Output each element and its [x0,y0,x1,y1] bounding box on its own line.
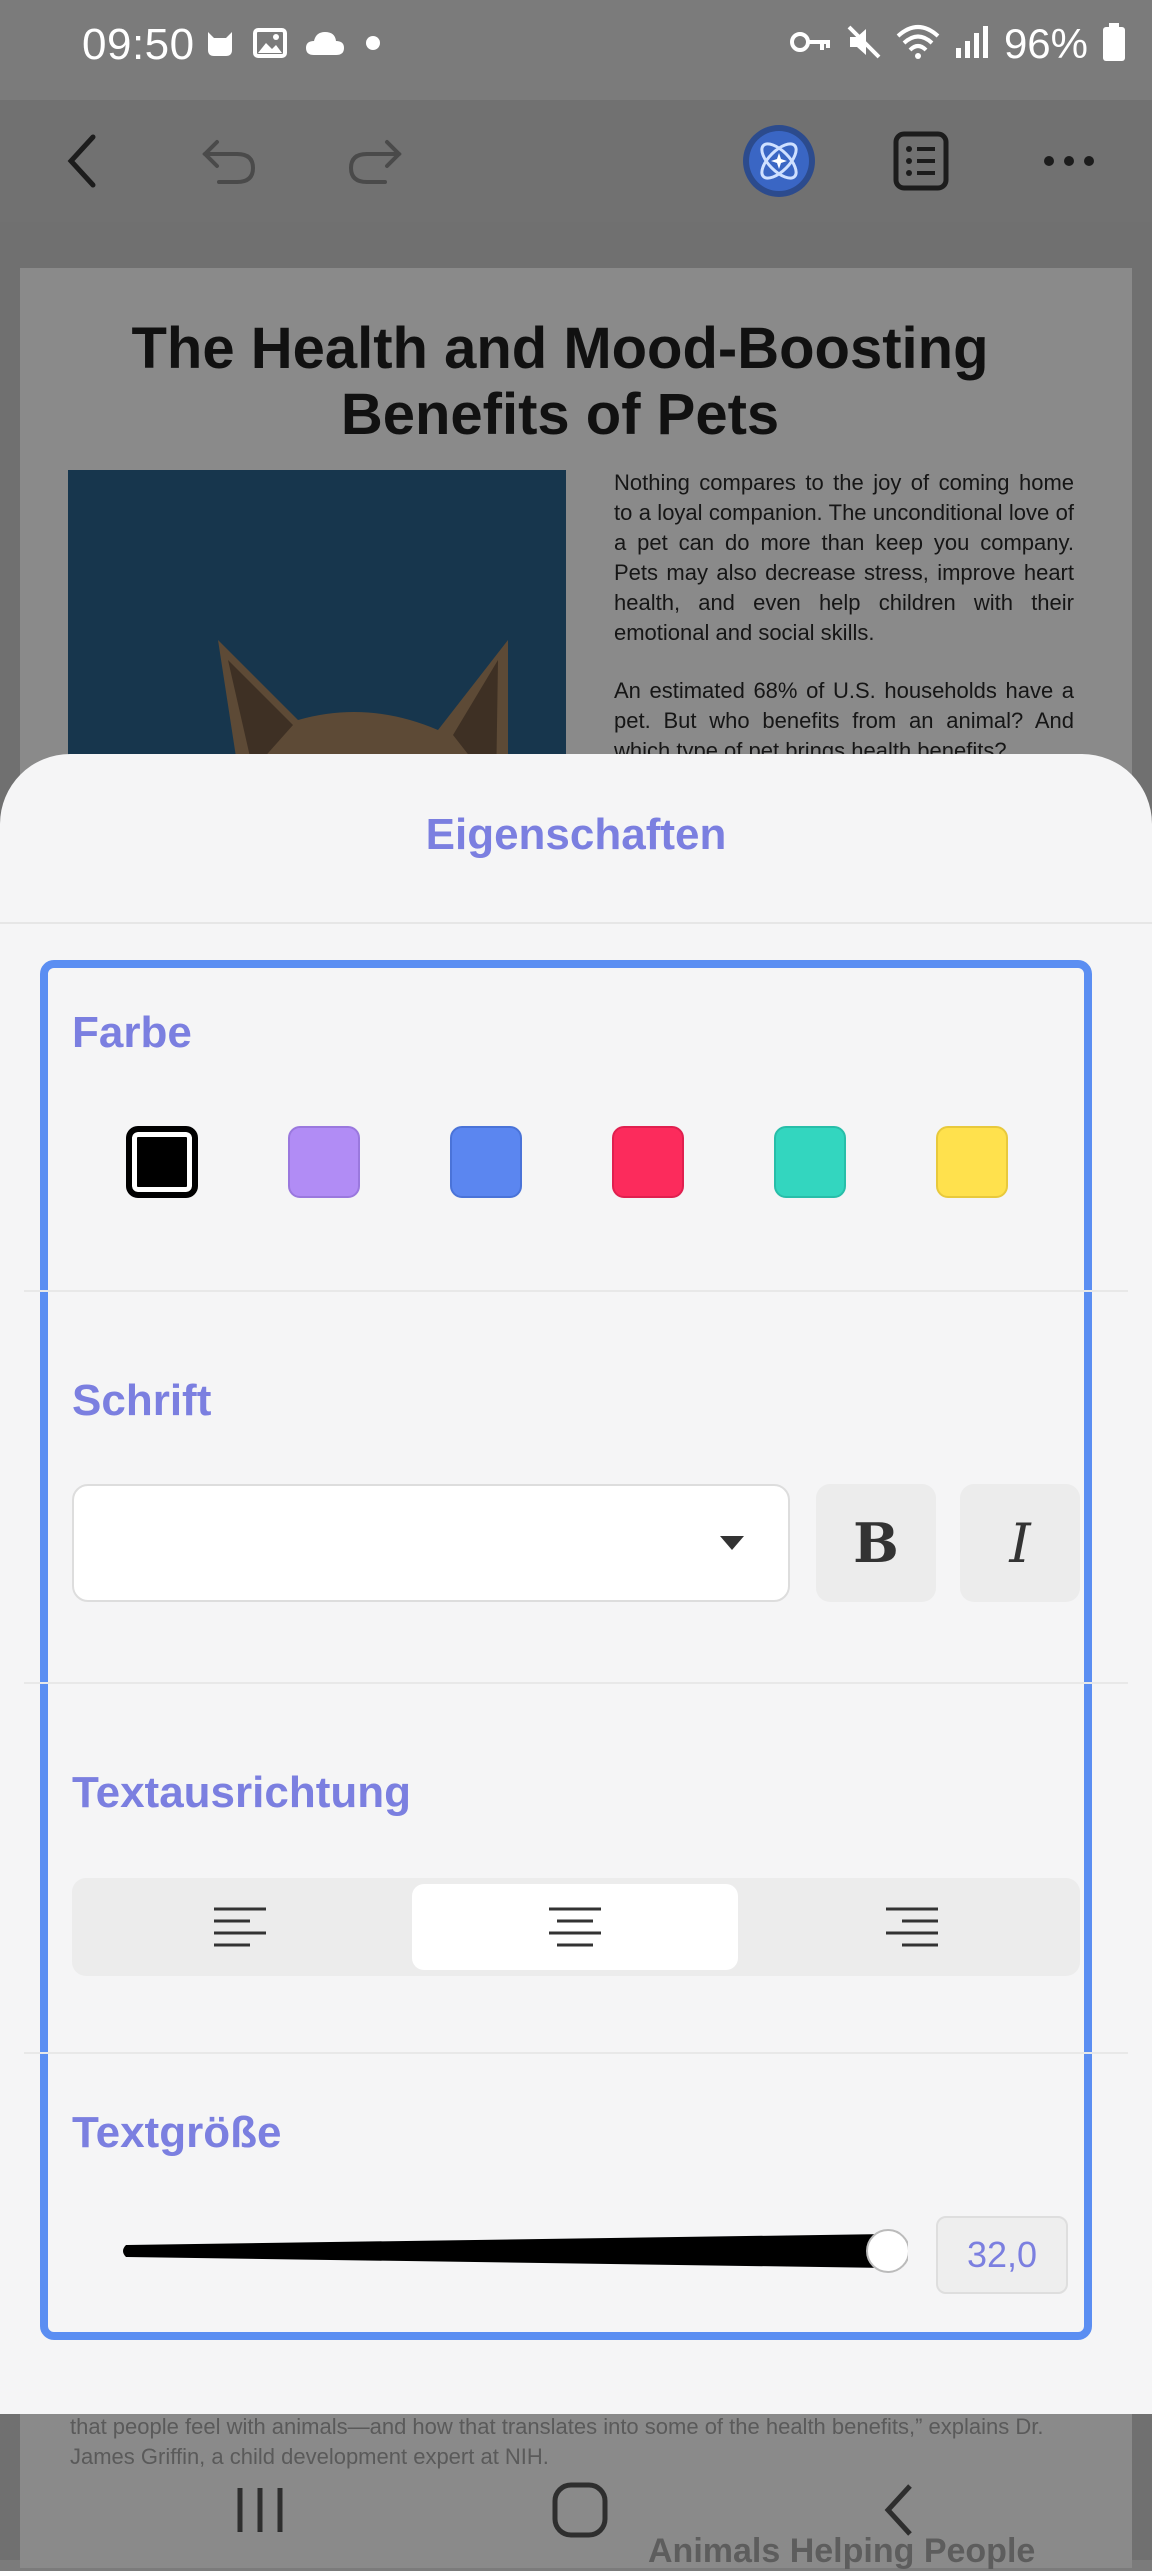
notification-icons [205,28,383,63]
battery-icon [1102,22,1126,67]
color-section-label: Farbe [72,1008,192,1057]
signal-icon [954,24,990,65]
battery-percent: 96% [1003,20,1088,67]
sheet-title: Eigenschaften [425,810,727,859]
document-paragraph[interactable]: Nothing compares to the joy of coming ho… [614,468,1074,648]
color-swatch-yellow[interactable] [936,1126,1008,1198]
text-size-value[interactable]: 32,0 [936,2216,1068,2294]
align-left-button[interactable] [72,1878,408,1976]
color-swatch-blue[interactable] [450,1126,522,1198]
cloud-icon [305,29,345,62]
align-center-button[interactable] [412,1884,738,1970]
align-right-icon [886,1907,938,1947]
slider-track [123,2234,888,2268]
redo-icon[interactable] [336,122,414,200]
divider [24,1682,1128,1684]
color-swatch-purple[interactable] [288,1126,360,1198]
slider-thumb[interactable] [866,2229,910,2273]
home-icon[interactable] [530,2460,630,2560]
document-paragraph[interactable]: An estimated 68% of U.S. households have… [614,676,1074,766]
undo-icon[interactable] [190,122,268,200]
document-body[interactable]: Nothing compares to the joy of coming ho… [614,468,1074,794]
chevron-down-icon [720,1536,744,1550]
status-time: 09:50 [82,20,195,69]
wifi-icon [896,24,940,65]
back-icon[interactable] [850,2460,950,2560]
key-icon [789,28,832,61]
italic-button[interactable]: I [960,1484,1080,1602]
align-right-button[interactable] [744,1878,1080,1976]
size-section-label: Textgröße [72,2108,282,2157]
color-swatch-black[interactable] [126,1126,198,1198]
status-bar: 09:50 96% [0,0,1152,100]
color-swatch-teal[interactable] [774,1126,846,1198]
back-arrow-icon[interactable] [44,122,122,200]
text-size-slider[interactable] [118,2228,910,2274]
editor-toolbar [0,100,1152,222]
alignment-section-label: Textausrichtung [72,1768,412,1817]
dot-icon [363,33,383,58]
list-icon[interactable] [882,122,960,200]
align-center-icon [549,1907,601,1947]
divider [24,1290,1128,1292]
navigation-bar [0,2440,1152,2560]
more-icon[interactable] [1030,122,1108,200]
system-icons: 96% [789,20,1126,68]
divider [0,922,1152,924]
cat-icon [205,28,235,63]
ai-assistant-icon[interactable] [740,122,818,200]
document-title[interactable]: The Health and Mood-Boosting Benefits of… [80,316,1040,448]
font-dropdown[interactable] [72,1484,790,1602]
color-swatch-red[interactable] [612,1126,684,1198]
divider [24,2052,1128,2054]
recent-apps-icon[interactable] [210,2460,310,2560]
font-section-label: Schrift [72,1376,212,1425]
alignment-segmented-control [72,1878,1080,1976]
align-left-icon [214,1907,266,1947]
mute-icon [846,24,882,65]
image-icon [253,28,287,63]
bold-button[interactable]: B [816,1484,936,1602]
